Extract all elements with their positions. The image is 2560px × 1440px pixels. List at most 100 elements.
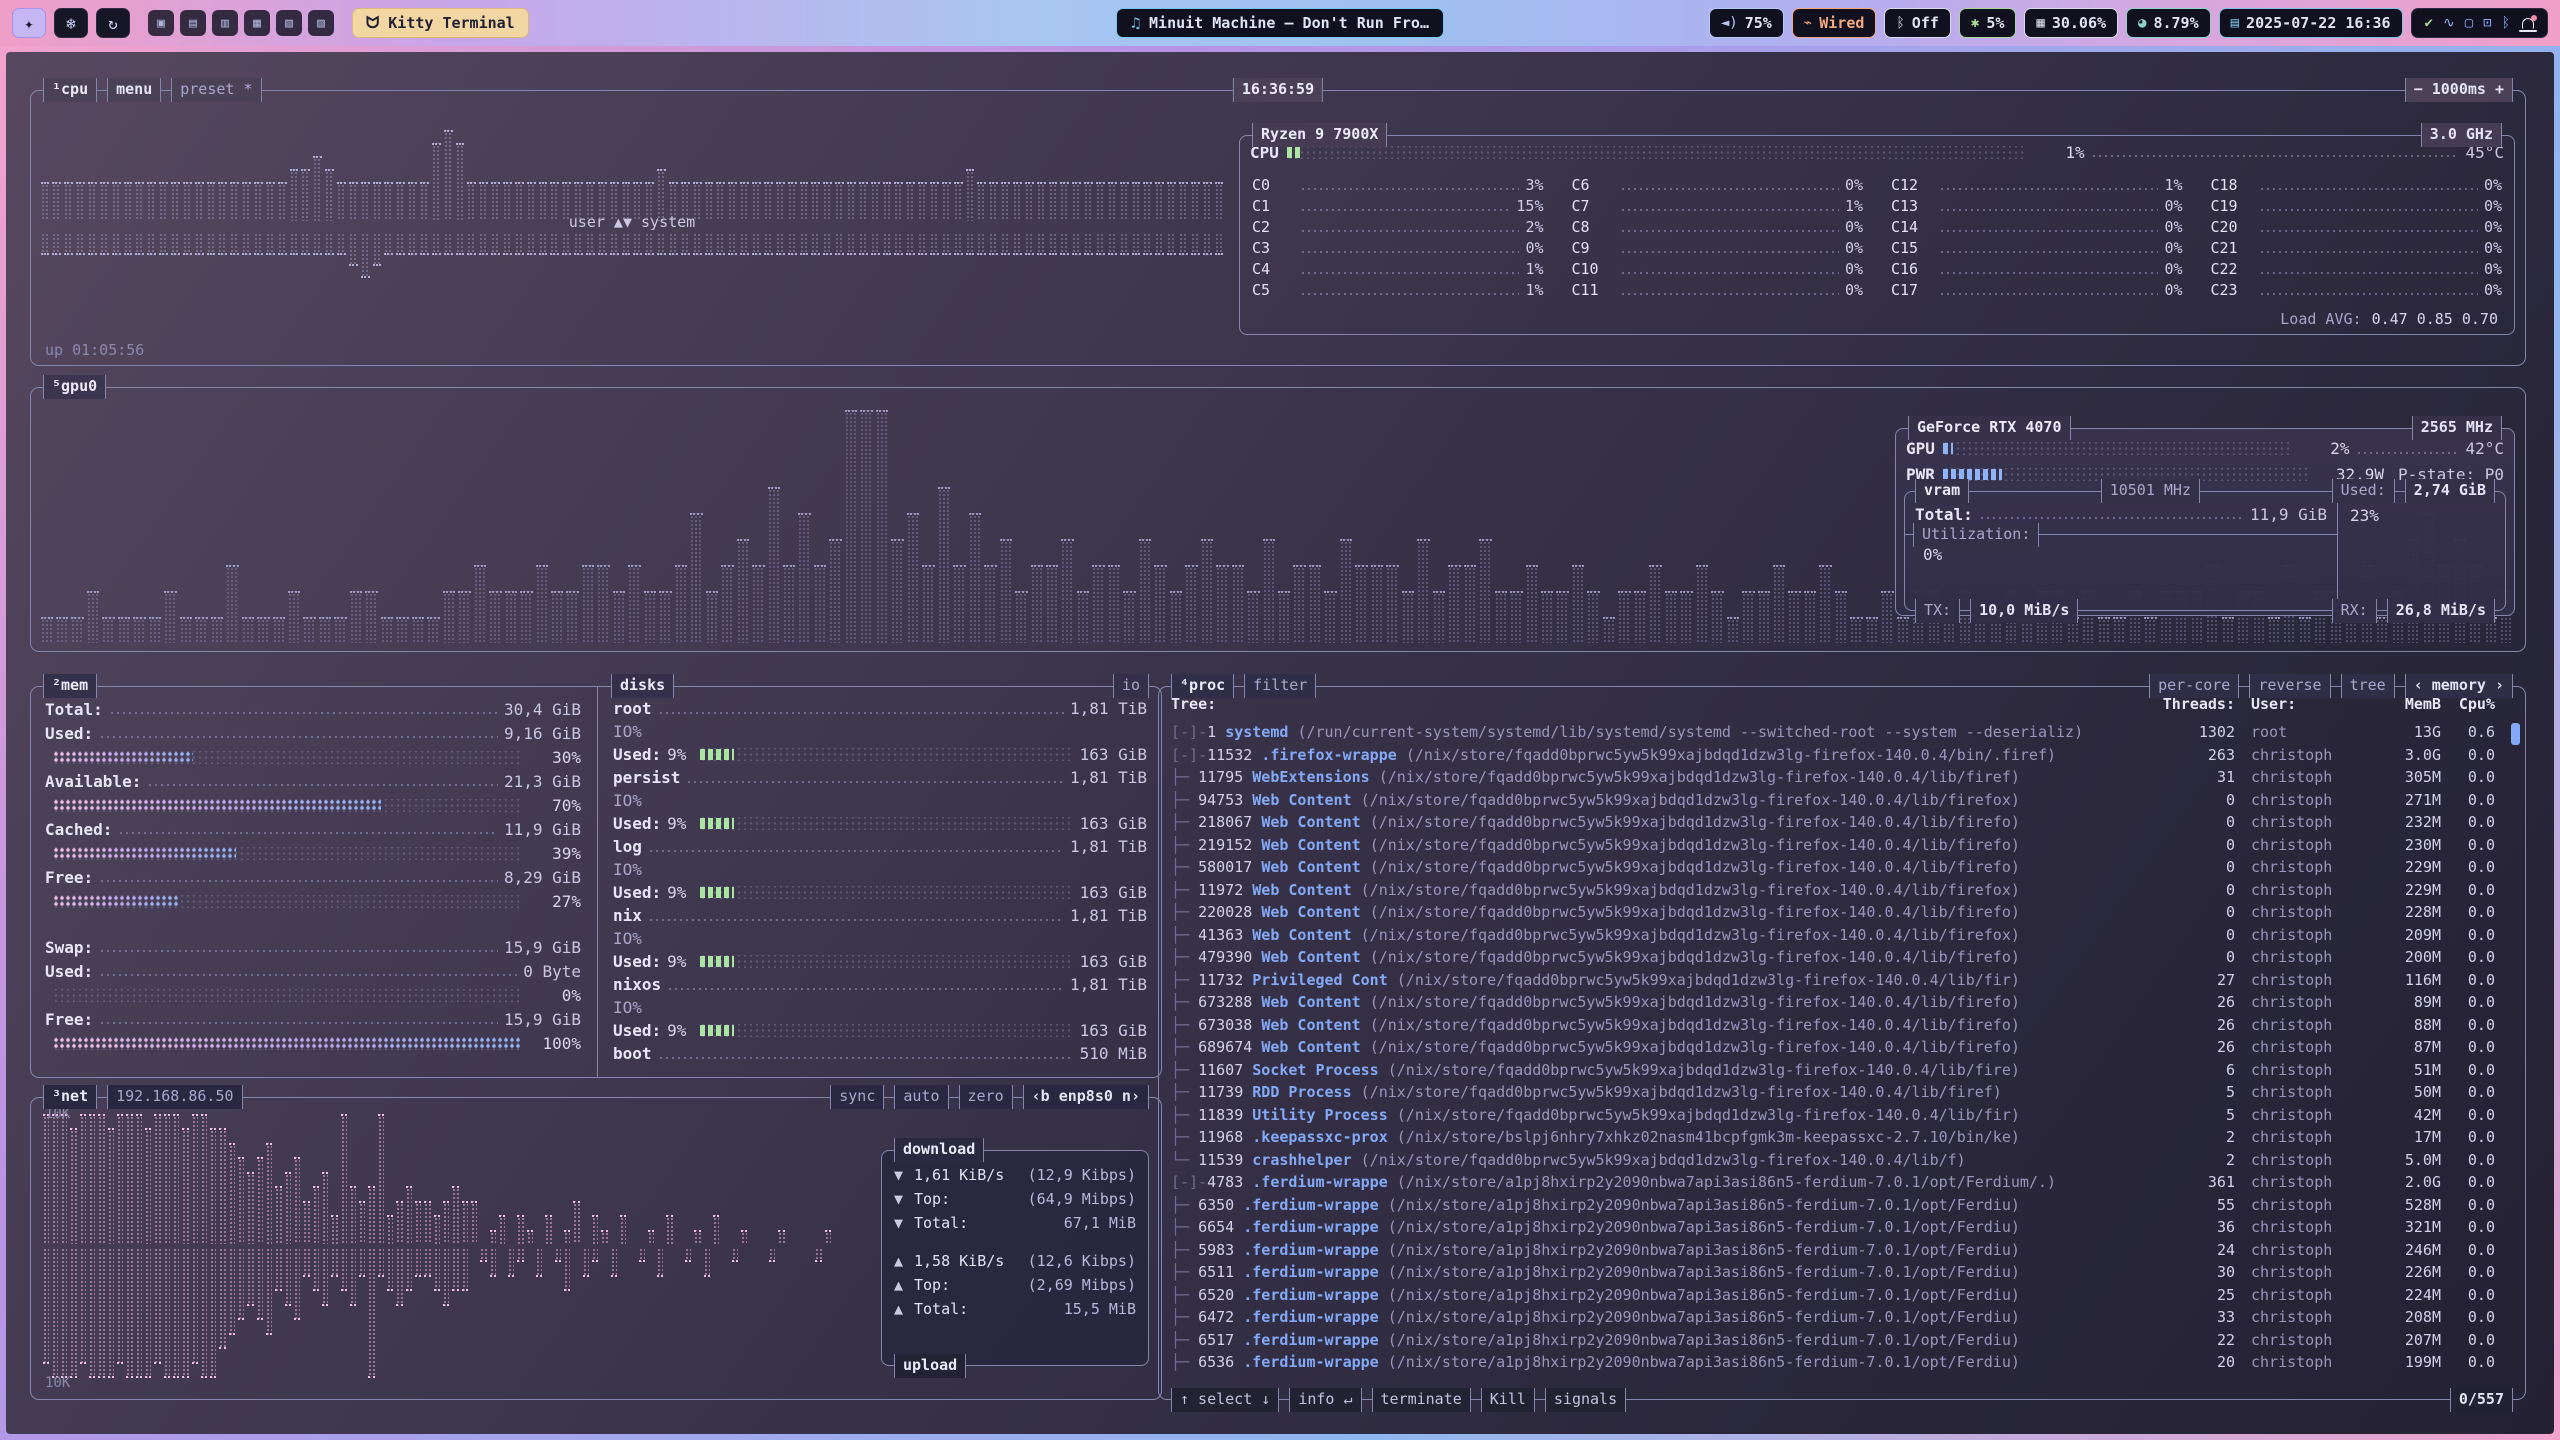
tool-button-2[interactable]: ▤ [180, 10, 206, 36]
process-row[interactable]: ├─ 6350 .ferdium-wrappe (/nix/store/a1pj… [1171, 1194, 2509, 1217]
process-row[interactable]: [-]-4783 .ferdium-wrappe (/nix/store/a1p… [1171, 1171, 2509, 1194]
process-row[interactable]: ├─ 580017 Web Content (/nix/store/fqadd0… [1171, 856, 2509, 879]
signal-icon[interactable]: ∿ [2443, 16, 2455, 30]
process-row[interactable]: ├─ 11839 Utility Process (/nix/store/fqa… [1171, 1104, 2509, 1127]
bluetooth-tray-icon[interactable]: ᛒ [2502, 16, 2510, 30]
process-command: (/nix/store/bslpj6nhry7xhkz02nasm41bcpfg… [1397, 1128, 2020, 1146]
tool-button-5[interactable]: ▧ [276, 10, 302, 36]
module-disk[interactable]: ◕8.79% [2126, 8, 2211, 38]
launcher-button[interactable]: ✦ [12, 8, 46, 38]
memory-percent: 30% [529, 748, 581, 767]
net-sync-toggle[interactable]: sync [830, 1085, 884, 1109]
status-check-icon[interactable]: ✔ [2425, 16, 2433, 30]
process-info: ├─ 6536 .ferdium-wrappe (/nix/store/a1pj… [1171, 1351, 2143, 1371]
process-pid: 6472 [1198, 1308, 1234, 1326]
process-row[interactable]: ├─ 41363 Web Content (/nix/store/fqadd0b… [1171, 924, 2509, 947]
module-memory[interactable]: ▦30.06% [2024, 8, 2118, 38]
module-bluetooth[interactable]: ᛒOff [1884, 8, 1951, 38]
display-icon[interactable]: ⊡ [2483, 16, 2491, 30]
process-row[interactable]: ├─ 11972 Web Content (/nix/store/fqadd0b… [1171, 879, 2509, 902]
process-row[interactable]: ├─ 11739 RDD Process (/nix/store/fqadd0b… [1171, 1081, 2509, 1104]
signals-button[interactable]: signals [1545, 1388, 1626, 1412]
process-name: .ferdium-wrappe [1243, 1263, 1378, 1281]
process-row[interactable]: ├─ 94753 Web Content (/nix/store/fqadd0b… [1171, 789, 2509, 812]
process-threads: 22 [2143, 1329, 2235, 1352]
graph-column [564, 1230, 570, 1244]
bell-icon[interactable] [2522, 18, 2534, 29]
disk-used-meter [700, 1024, 1071, 1037]
process-row[interactable]: ├─ 689674 Web Content (/nix/store/fqadd0… [1171, 1036, 2509, 1059]
process-row[interactable]: ├─ 6517 .ferdium-wrappe (/nix/store/a1pj… [1171, 1329, 2509, 1352]
process-row[interactable]: ├─ 6472 .ferdium-wrappe (/nix/store/a1pj… [1171, 1306, 2509, 1329]
clipboard-icon[interactable]: ▢ [2465, 16, 2473, 30]
info-hint-button[interactable]: info ↵ [1289, 1388, 1361, 1412]
core-meter [2259, 178, 2478, 192]
reload-button[interactable]: ↻ [96, 8, 130, 38]
process-threads: 26 [2143, 991, 2235, 1014]
process-row[interactable]: [-]-1 systemd (/run/current-system/syste… [1171, 721, 2509, 744]
process-row[interactable]: ├─ 6654 .ferdium-wrappe (/nix/store/a1pj… [1171, 1216, 2509, 1239]
tool-button-1[interactable]: ▣ [148, 10, 174, 36]
tool-button-4[interactable]: ▦ [244, 10, 270, 36]
tool-button-3[interactable]: ▥ [212, 10, 238, 36]
tree-toggle[interactable]: tree [2341, 674, 2395, 698]
process-row[interactable]: ├─ 11795 WebExtensions (/nix/store/fqadd… [1171, 766, 2509, 789]
process-row[interactable]: ├─ 11968 .keepassxc-prox (/nix/store/bsl… [1171, 1126, 2509, 1149]
process-row[interactable]: ├─ 5983 .ferdium-wrappe (/nix/store/a1pj… [1171, 1239, 2509, 1262]
tool-button-6[interactable]: ▨ [308, 10, 334, 36]
graph-column [1618, 591, 1630, 643]
memory-panel: ²mem disks io Total:30,4 GiBUsed:9,16 Gi… [30, 686, 1162, 1078]
module-volume[interactable]: ◄)75% [1709, 8, 1784, 38]
process-row[interactable]: ├─ 6536 .ferdium-wrappe (/nix/store/a1pj… [1171, 1351, 2509, 1371]
process-row[interactable]: ├─ 220028 Web Content (/nix/store/fqadd0… [1171, 901, 2509, 924]
process-list: [-]-1 systemd (/run/current-system/syste… [1171, 721, 2509, 1371]
terminate-button[interactable]: terminate [1372, 1388, 1471, 1412]
filter-button[interactable]: filter [1244, 674, 1316, 698]
module-cpu[interactable]: ✱5% [1959, 8, 2017, 38]
nix-button[interactable]: ❄ [54, 8, 88, 38]
module-network[interactable]: ⌁Wired [1792, 8, 1877, 38]
now-playing-button[interactable]: ♫ Minuit Machine – Don't Run Fro… [1116, 8, 1444, 38]
graph-column [847, 233, 856, 255]
net-interface-selector[interactable]: ‹b enp8s0 n› [1023, 1085, 1149, 1109]
refresh-minus-button[interactable]: − [2414, 80, 2423, 98]
process-row[interactable]: ├─ 6520 .ferdium-wrappe (/nix/store/a1pj… [1171, 1284, 2509, 1307]
process-cpu: 0.0 [2441, 1126, 2509, 1149]
graph-column [112, 233, 121, 255]
net-zero-toggle[interactable]: zero [959, 1085, 1013, 1109]
graph-column [145, 1128, 151, 1244]
net-auto-toggle[interactable]: auto [894, 1085, 948, 1109]
graph-column [266, 1248, 272, 1335]
process-row[interactable]: ├─ 673038 Web Content (/nix/store/fqadd0… [1171, 1014, 2509, 1037]
reverse-toggle[interactable]: reverse [2249, 674, 2330, 698]
refresh-plus-button[interactable]: + [2495, 80, 2504, 98]
process-row[interactable]: ├─ 673288 Web Content (/nix/store/fqadd0… [1171, 991, 2509, 1014]
gpu-panel: ⁵gpu0 GeForce RTX 4070 2565 MHz GPU 2% 4… [30, 387, 2526, 652]
process-row[interactable]: ├─ 479390 Web Content (/nix/store/fqadd0… [1171, 946, 2509, 969]
process-row[interactable]: ├─ 11607 Socket Process (/nix/store/fqad… [1171, 1059, 2509, 1082]
core-label: C10 [1572, 260, 1614, 278]
core-label: C17 [1891, 281, 1933, 299]
io-toggle[interactable]: io [1113, 674, 1149, 698]
per-core-toggle[interactable]: per-core [2149, 674, 2239, 698]
preset-button[interactable]: preset * [171, 78, 261, 102]
process-row[interactable]: ├─ 219152 Web Content (/nix/store/fqadd0… [1171, 834, 2509, 857]
scrollbar-thumb[interactable] [2511, 723, 2520, 745]
vram-left-column: Total: 11,9 GiB Utilization: 0% [1905, 494, 2337, 610]
memory-leader [147, 774, 498, 788]
process-row[interactable]: ├─ 6511 .ferdium-wrappe (/nix/store/a1pj… [1171, 1261, 2509, 1284]
process-row[interactable]: ├─ 218067 Web Content (/nix/store/fqadd0… [1171, 811, 2509, 834]
select-hint-button[interactable]: ↑ select ↓ [1171, 1388, 1279, 1412]
process-pid: 11739 [1198, 1083, 1243, 1101]
process-row[interactable]: └─ 11539 crashhelper (/nix/store/fqadd0b… [1171, 1149, 2509, 1172]
kill-button[interactable]: Kill [1481, 1388, 1535, 1412]
sort-column-selector[interactable]: ‹ memory › [2405, 674, 2513, 698]
kitty-terminal-button[interactable]: ᗢ Kitty Terminal [352, 8, 529, 38]
process-row[interactable]: [-]-11532 .firefox-wrappe (/nix/store/fq… [1171, 744, 2509, 767]
menu-button[interactable]: menu [107, 78, 161, 102]
tree-prefix: [-]- [1171, 723, 1207, 741]
proc-panel-title: ⁴proc [1171, 674, 1234, 698]
module-clock[interactable]: ▤2025-07-22 16:36 [2219, 8, 2403, 38]
graph-column [778, 1230, 784, 1244]
process-row[interactable]: ├─ 11732 Privileged Cont (/nix/store/fqa… [1171, 969, 2509, 992]
